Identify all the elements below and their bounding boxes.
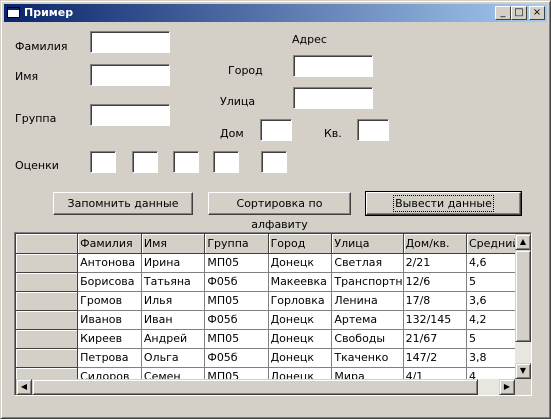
group-field[interactable] [90,104,170,126]
column-header-group[interactable]: Группа [204,234,269,254]
house-field[interactable] [260,119,292,141]
row-indicator[interactable] [16,272,79,292]
grade-field-2[interactable] [132,151,158,173]
show-data-button[interactable]: Вывести данные [365,191,522,216]
cell-group[interactable]: МП05 [204,329,269,349]
cell-group[interactable]: Ф05б [204,310,269,330]
horizontal-scroll-thumb[interactable] [32,379,478,395]
address-label: Адрес [292,33,327,46]
cell-city[interactable]: Донецк [268,329,333,349]
grid-corner-cell [16,234,79,254]
cell-city[interactable]: Донецк [268,253,333,273]
city-label: Город [228,64,263,77]
scroll-left-button[interactable]: ◀ [16,379,32,395]
window-title: Пример [24,6,74,19]
vertical-scrollbar[interactable]: ▲ ▼ [515,234,531,379]
street-label: Улица [220,95,256,108]
row-indicator[interactable] [16,291,79,311]
cell-name[interactable]: Татьяна [141,272,206,292]
table-row[interactable]: Киреев Андрей МП05 Донецк Свободы 21/67 5 [16,329,531,349]
row-indicator[interactable] [16,310,79,330]
table-row[interactable]: Антонова Ирина МП05 Донецк Светлая 2/21 4,6 [16,253,531,273]
scroll-down-button[interactable]: ▼ [515,363,531,379]
cell-group[interactable]: Ф05б [204,272,269,292]
sort-alphabetically-button[interactable]: Сортировка по алфавиту [208,192,351,231]
row-indicator[interactable] [16,329,79,349]
data-grid[interactable]: Фамилия Имя Группа Город Улица Дом/кв. С… [14,232,532,396]
column-header-house-apt[interactable]: Дом/кв. [403,234,467,254]
cell-name[interactable]: Иван [141,310,206,330]
cell-house-apt[interactable]: 12/6 [403,272,467,292]
cell-name[interactable]: Илья [141,291,206,311]
cell-surname[interactable]: Борисова [77,272,142,292]
minimize-button[interactable]: _ [495,6,511,20]
cell-street[interactable]: Ткаченко [331,348,404,368]
cell-city[interactable]: Донецк [268,348,333,368]
cell-house-apt[interactable]: 21/67 [403,329,467,349]
scrollbar-corner [515,379,531,395]
grid-table: Фамилия Имя Группа Город Улица Дом/кв. С… [16,234,531,387]
apartment-label: Кв. [324,127,342,140]
cell-city[interactable]: Горловка [268,291,333,311]
table-row[interactable]: Иванов Иван Ф05б Донецк Артема 132/145 4,2 [16,310,531,330]
scroll-up-button[interactable]: ▲ [515,234,531,250]
surname-label: Фамилия [15,40,68,53]
cell-group[interactable]: МП05 [204,291,269,311]
row-indicator[interactable] [16,348,79,368]
cell-city[interactable]: Донецк [268,310,333,330]
cell-surname[interactable]: Петрова [77,348,142,368]
grade-field-1[interactable] [90,151,116,173]
cell-group[interactable]: МП05 [204,253,269,273]
cell-group[interactable]: Ф05б [204,348,269,368]
grade-field-3[interactable] [173,151,199,173]
scroll-right-button[interactable]: ▶ [499,379,515,395]
row-indicator[interactable] [16,253,79,273]
cell-street[interactable]: Ленина [331,291,404,311]
column-header-name[interactable]: Имя [141,234,206,254]
name-field[interactable] [90,64,170,86]
cell-name[interactable]: Ирина [141,253,206,273]
cell-surname[interactable]: Антонова [77,253,142,273]
cell-surname[interactable]: Киреев [77,329,142,349]
cell-name[interactable]: Андрей [141,329,206,349]
vertical-scroll-thumb[interactable] [515,250,531,342]
cell-street[interactable]: Светлая [331,253,404,273]
horizontal-scrollbar[interactable]: ◀ ▶ [16,379,515,395]
table-row[interactable]: Борисова Татьяна Ф05б Макеевка Транспортн 12/… [16,272,531,292]
apartment-field[interactable] [357,119,389,141]
column-header-city[interactable]: Город [268,234,333,254]
city-field[interactable] [293,55,373,77]
cell-name[interactable]: Ольга [141,348,206,368]
grid-header-row: Фамилия Имя Группа Город Улица Дом/кв. С… [16,234,531,254]
cell-house-apt[interactable]: 2/21 [403,253,467,273]
name-label: Имя [15,70,39,83]
close-button[interactable]: × [529,6,545,20]
grades-label: Оценки [15,159,59,172]
main-window: Пример _ □ × Фамилия Имя Группа Оценки А… [0,0,551,419]
show-data-button-label: Вывести данные [393,195,494,212]
cell-house-apt[interactable]: 17/8 [403,291,467,311]
save-data-button[interactable]: Запомнить данные [53,192,193,215]
cell-surname[interactable]: Громов [77,291,142,311]
title-bar[interactable]: Пример _ □ × [4,4,547,22]
column-header-surname[interactable]: Фамилия [77,234,142,254]
cell-surname[interactable]: Иванов [77,310,142,330]
cell-house-apt[interactable]: 132/145 [403,310,467,330]
group-label: Группа [15,112,57,125]
street-field[interactable] [293,87,373,109]
surname-field[interactable] [90,31,170,53]
table-row[interactable]: Громов Илья МП05 Горловка Ленина 17/8 3,6 [16,291,531,311]
cell-street[interactable]: Транспортн [331,272,404,292]
house-label: Дом [220,127,244,140]
column-header-street[interactable]: Улица [331,234,404,254]
cell-street[interactable]: Свободы [331,329,404,349]
grade-field-5[interactable] [261,151,287,173]
grade-field-4[interactable] [213,151,239,173]
cell-house-apt[interactable]: 147/2 [403,348,467,368]
window-icon [7,7,20,18]
maximize-button[interactable]: □ [511,6,527,20]
table-row[interactable]: Петрова Ольга Ф05б Донецк Ткаченко 147/2 3,8 [16,348,531,368]
cell-city[interactable]: Макеевка [268,272,333,292]
cell-street[interactable]: Артема [331,310,404,330]
